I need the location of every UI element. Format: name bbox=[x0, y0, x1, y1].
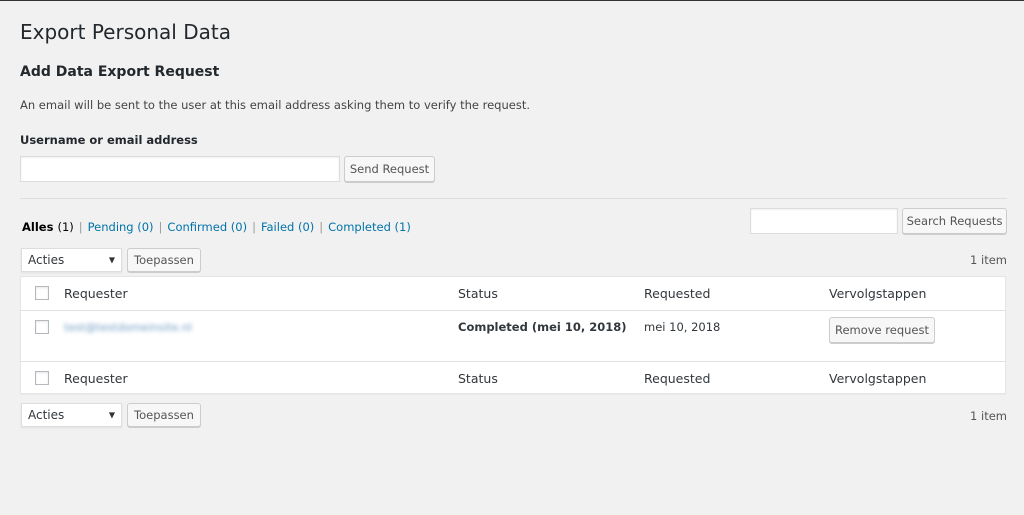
view-separator: | bbox=[78, 220, 83, 234]
column-footer-status: Status bbox=[458, 371, 498, 386]
bulk-actions-selected: Acties bbox=[28, 408, 65, 422]
select-all-checkbox[interactable] bbox=[35, 286, 49, 300]
dropdown-arrow-icon: ▼ bbox=[108, 410, 115, 420]
view-separator: | bbox=[319, 220, 324, 234]
column-footer-requested[interactable]: Requested bbox=[644, 371, 710, 386]
column-header-requested[interactable]: Requested bbox=[644, 286, 710, 301]
items-count-top: 1 item bbox=[970, 253, 1007, 267]
view-completed[interactable]: Completed (1) bbox=[328, 220, 411, 234]
form-description: An email will be sent to the user at thi… bbox=[20, 98, 530, 112]
column-header-next-steps: Vervolgstappen bbox=[829, 286, 927, 301]
send-request-button[interactable]: Send Request bbox=[344, 156, 435, 182]
table-footer-row: Requester Status Requested Vervolgstappe… bbox=[21, 361, 1005, 395]
view-pending[interactable]: Pending (0) bbox=[88, 220, 154, 234]
view-all-count: (1) bbox=[57, 220, 74, 234]
view-failed[interactable]: Failed (0) bbox=[261, 220, 314, 234]
dropdown-arrow-icon: ▼ bbox=[108, 255, 115, 265]
username-email-input[interactable] bbox=[20, 156, 340, 182]
divider bbox=[20, 198, 1007, 199]
view-all[interactable]: Alles (1) bbox=[22, 220, 74, 234]
column-header-status: Status bbox=[458, 286, 498, 301]
column-footer-requester[interactable]: Requester bbox=[64, 371, 128, 386]
page-title: Export Personal Data bbox=[20, 20, 231, 44]
items-count-bottom: 1 item bbox=[970, 409, 1007, 423]
request-date: mei 10, 2018 bbox=[644, 320, 721, 334]
request-status: Completed (mei 10, 2018) bbox=[458, 320, 627, 334]
view-separator: | bbox=[158, 220, 163, 234]
bulk-actions-select-bottom[interactable]: Acties ▼ bbox=[21, 403, 122, 427]
remove-request-button[interactable]: Remove request bbox=[829, 317, 935, 343]
row-checkbox[interactable] bbox=[35, 320, 49, 334]
search-requests-button[interactable]: Search Requests bbox=[902, 208, 1007, 234]
bulk-actions-selected: Acties bbox=[28, 253, 65, 267]
username-email-label: Username or email address bbox=[20, 133, 198, 147]
view-separator: | bbox=[252, 220, 256, 234]
column-header-requester[interactable]: Requester bbox=[64, 286, 128, 301]
search-requests-input[interactable] bbox=[750, 208, 898, 234]
column-footer-next-steps: Vervolgstappen bbox=[829, 371, 927, 386]
requests-table: Requester Status Requested Vervolgstappe… bbox=[20, 276, 1006, 394]
requester-email[interactable]: test@testdomeinsite.nl bbox=[64, 321, 192, 334]
table-row: test@testdomeinsite.nl Completed (mei 10… bbox=[21, 310, 1005, 361]
view-all-label: Alles bbox=[22, 220, 54, 234]
bulk-actions-select-top[interactable]: Acties ▼ bbox=[21, 248, 122, 272]
apply-button-top[interactable]: Toepassen bbox=[127, 248, 201, 272]
view-confirmed[interactable]: Confirmed (0) bbox=[167, 220, 247, 234]
form-heading: Add Data Export Request bbox=[20, 64, 220, 80]
select-all-checkbox-footer[interactable] bbox=[35, 371, 49, 385]
status-filter-links: Alles (1) | Pending (0) | Confirmed (0) | Fail… bbox=[22, 220, 411, 234]
apply-button-bottom[interactable]: Toepassen bbox=[127, 403, 201, 427]
table-header-row: Requester Status Requested Vervolgstappe… bbox=[21, 277, 1005, 311]
